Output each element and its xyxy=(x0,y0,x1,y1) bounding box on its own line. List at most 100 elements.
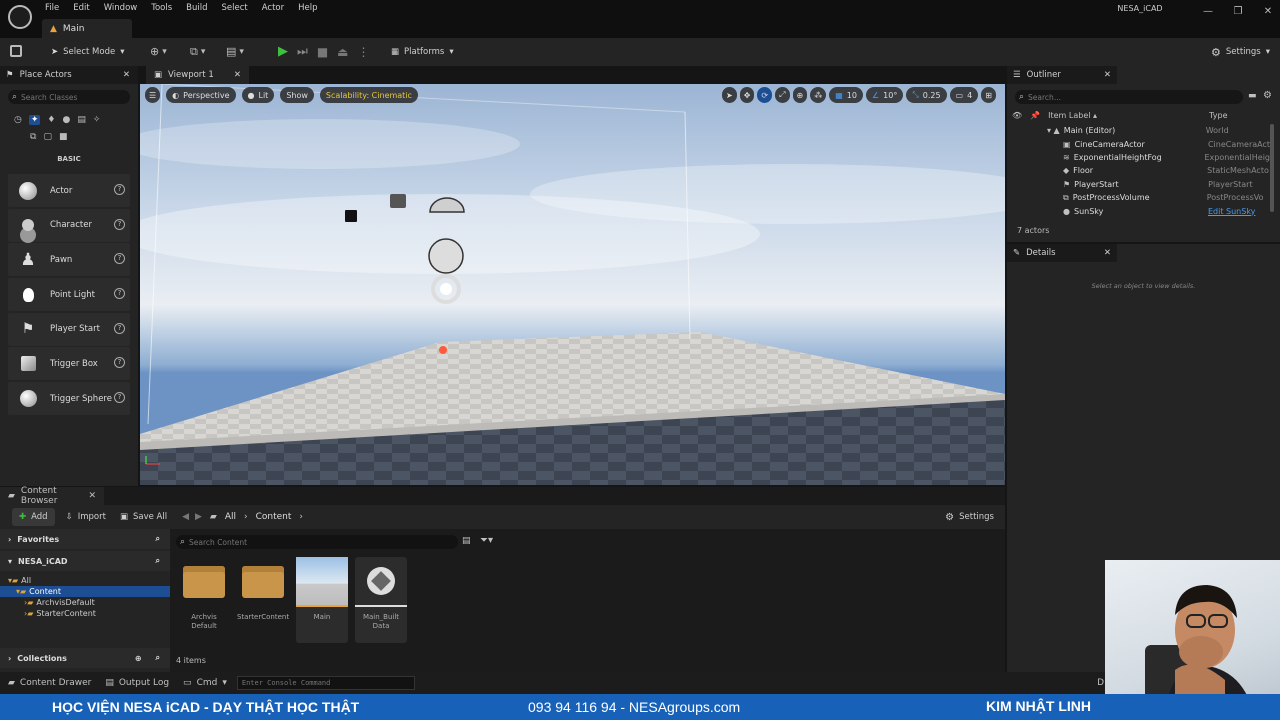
outliner-row[interactable]: ⚑ PlayerStart PlayerStart xyxy=(1007,178,1270,191)
shapes-icon[interactable]: ● xyxy=(62,115,70,125)
help-icon[interactable]: ? xyxy=(114,357,125,369)
outliner-tab[interactable]: ☰ Outliner ✕ xyxy=(1007,66,1117,84)
actor-item-character[interactable]: Character ? xyxy=(8,208,130,242)
add-actor-button[interactable]: ⊕ ▾ xyxy=(150,45,167,58)
add-folder-icon[interactable]: ▬ xyxy=(1248,91,1257,101)
outliner-search-input[interactable] xyxy=(1028,92,1229,102)
visibility-icon[interactable]: 👁 xyxy=(1012,111,1022,120)
favorites-section[interactable]: › Favorites ⌕ xyxy=(0,529,170,549)
grid-snap-toggle[interactable]: ▦ 10 xyxy=(829,87,863,103)
basic-icon[interactable]: ✦ xyxy=(28,115,41,125)
outliner-row[interactable]: ● SunSky Edit SunSky xyxy=(1007,204,1270,217)
help-icon[interactable]: ? xyxy=(114,184,125,195)
all-classes-icon[interactable]: ▢ xyxy=(43,132,52,142)
stop-icon[interactable]: ■ xyxy=(317,45,328,59)
cinematic-icon[interactable]: ▤ xyxy=(77,115,86,125)
world-space-icon[interactable]: ⊕ xyxy=(792,87,808,103)
type-column[interactable]: Type xyxy=(1209,111,1227,120)
outliner-row[interactable]: ≋ ExponentialHeightFog ExponentialHeig xyxy=(1007,151,1270,164)
scale-tool-icon[interactable]: ⤢ xyxy=(775,87,790,103)
viewport-tab[interactable]: ▣ Viewport 1 ✕ xyxy=(146,66,249,84)
menu-build[interactable]: Build xyxy=(179,0,214,17)
menu-actor[interactable]: Actor xyxy=(255,0,291,17)
close-icon[interactable]: ✕ xyxy=(123,70,130,80)
lights-icon[interactable]: ♦ xyxy=(47,115,55,125)
viewport-3d[interactable]: ☰ ◐ Perspective ● Lit Show Scalability: Ci… xyxy=(140,84,1005,485)
asset-tile[interactable]: Main xyxy=(296,557,348,643)
search-icon[interactable]: ⌕ xyxy=(156,653,160,663)
menu-select[interactable]: Select xyxy=(215,0,255,17)
menu-window[interactable]: Window xyxy=(97,0,145,17)
outliner-row[interactable]: ◆ Floor StaticMeshActo xyxy=(1007,164,1270,177)
help-icon[interactable]: ? xyxy=(114,288,125,300)
help-icon[interactable]: ? xyxy=(114,322,125,334)
class-search-box[interactable]: ⌕ xyxy=(8,90,130,104)
project-section[interactable]: ▾ NESA_iCAD ⌕ xyxy=(0,551,170,571)
lit-button[interactable]: ● Lit xyxy=(241,87,275,103)
gear-icon[interactable]: ⚙ xyxy=(1263,90,1272,101)
rotate-tool-icon[interactable]: ⟳ xyxy=(757,87,773,103)
add-button[interactable]: ✚ Add xyxy=(12,508,55,526)
import-button[interactable]: ⇩ Import xyxy=(59,508,113,526)
content-settings-button[interactable]: ⚙ Settings xyxy=(938,508,1001,526)
perspective-button[interactable]: ◐ Perspective xyxy=(166,87,236,103)
menu-tools[interactable]: Tools xyxy=(144,0,179,17)
maximize-icon[interactable]: ❐ xyxy=(1230,6,1246,17)
details-tab[interactable]: ✎ Details ✕ xyxy=(1007,244,1117,262)
actor-item-actor[interactable]: Actor ? xyxy=(8,174,130,207)
close-icon[interactable]: ✕ xyxy=(1104,70,1111,80)
breadcrumb-all[interactable]: All xyxy=(225,512,236,522)
pin-icon[interactable]: 📌 xyxy=(1030,111,1040,120)
add-collection-icon[interactable]: ⊕ xyxy=(135,654,142,663)
content-search-box[interactable]: ⌕ xyxy=(176,535,458,549)
content-browser-tab[interactable]: ▰ Content Browser ✕ xyxy=(0,486,104,506)
tree-startercontent[interactable]: ›▰ StarterContent xyxy=(0,608,170,619)
actor-item-player-start[interactable]: ⚑ Player Start ? xyxy=(8,312,130,346)
camera-speed-button[interactable]: ▭ 4 xyxy=(949,87,979,103)
visual-effects-icon[interactable]: ✧ xyxy=(93,115,101,125)
search-icon[interactable]: ⌕ xyxy=(156,534,160,544)
cmd-selector[interactable]: ▭ Cmd ▾ xyxy=(183,678,227,688)
blueprint-button[interactable]: ⧉ ▾ xyxy=(190,45,205,59)
maximize-viewport-icon[interactable]: ⊞ xyxy=(981,87,996,103)
platforms-button[interactable]: ▦ Platforms ▾ xyxy=(384,43,461,61)
place-actors-tab[interactable]: ⚑ Place Actors ✕ xyxy=(0,66,138,84)
outliner-search-box[interactable]: ⌕ xyxy=(1015,90,1243,104)
actor-item-point-light[interactable]: Point Light ? xyxy=(8,278,130,312)
more-options-icon[interactable]: ⋮ xyxy=(358,45,370,59)
edit-sunsky-link[interactable]: Edit SunSky xyxy=(1208,207,1255,216)
level-tab[interactable]: ▲ Main xyxy=(42,19,132,38)
help-icon[interactable]: ? xyxy=(114,253,125,265)
asset-tile[interactable]: StarterContent xyxy=(237,557,289,643)
select-tool-icon[interactable]: ➤ xyxy=(722,87,737,103)
outliner-scrollbar[interactable] xyxy=(1270,124,1274,212)
close-icon[interactable]: ✕ xyxy=(1260,6,1276,17)
forward-icon[interactable]: ▶ xyxy=(195,512,202,522)
tree-content[interactable]: ▾▰ Content xyxy=(0,586,170,597)
content-search-input[interactable] xyxy=(189,537,440,547)
geometry-icon[interactable]: ■ xyxy=(59,132,68,142)
collections-section[interactable]: › Collections ⊕ ⌕ xyxy=(0,648,170,668)
show-button[interactable]: Show xyxy=(280,87,314,103)
actor-item-trigger-sphere[interactable]: Trigger Sphere ? xyxy=(8,382,130,416)
search-icon[interactable]: ⌕ xyxy=(156,556,160,566)
settings-button[interactable]: ⚙ Settings ▾ xyxy=(1204,43,1278,61)
tree-archvisdefault[interactable]: ›▰ ArchvisDefault xyxy=(0,597,170,608)
help-icon[interactable]: ? xyxy=(114,218,125,230)
menu-edit[interactable]: Edit xyxy=(66,0,96,17)
actor-item-pawn[interactable]: ♟ Pawn ? xyxy=(8,243,130,277)
play-icon[interactable]: ▶ xyxy=(278,44,288,59)
select-mode-button[interactable]: ➤ Select Mode ▾ xyxy=(44,43,132,61)
recent-icon[interactable]: ◷ xyxy=(14,115,22,125)
content-drawer-button[interactable]: ▰ Content Drawer xyxy=(8,678,91,688)
filter-icon[interactable]: ⏷▾ xyxy=(480,535,493,546)
rotation-snap-toggle[interactable]: ∠ 10° xyxy=(865,87,904,103)
breadcrumb-content[interactable]: Content xyxy=(256,512,292,522)
close-icon[interactable]: ✕ xyxy=(88,491,96,501)
surface-snap-icon[interactable]: ⁂ xyxy=(810,87,827,103)
actor-item-trigger-box[interactable]: Trigger Box ? xyxy=(8,347,130,381)
eject-icon[interactable]: ⏏ xyxy=(337,45,348,59)
back-icon[interactable]: ◀ xyxy=(182,512,189,522)
scalability-badge[interactable]: Scalability: Cinematic xyxy=(319,87,418,103)
cinematics-button[interactable]: ▤ ▾ xyxy=(226,45,244,58)
